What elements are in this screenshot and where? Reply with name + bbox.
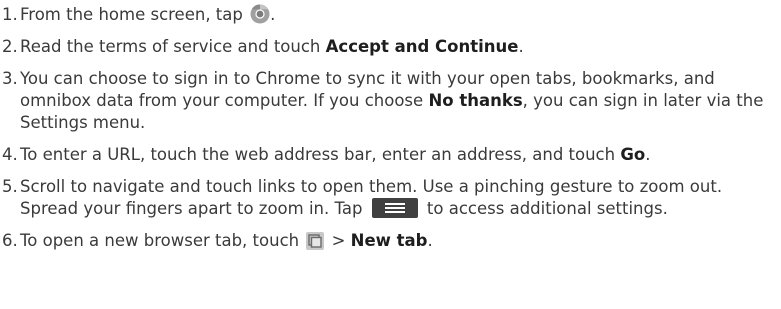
instruction-list: 1. From the home screen, tap . 2. Read t… [0, 0, 781, 252]
chrome-app-icon [250, 4, 270, 24]
step-number: 1. [2, 5, 18, 24]
step-text-separator: > [326, 231, 351, 250]
go-label: Go [620, 145, 646, 164]
step-text-end: . [270, 5, 276, 24]
menu-icon [371, 198, 418, 218]
step-4: 4. To enter a URL, touch the web address… [0, 144, 781, 166]
step-number: 4. [2, 145, 18, 164]
step-1: 1. From the home screen, tap . [0, 4, 781, 26]
new-tab-label: New tab [350, 231, 428, 250]
step-number: 6. [2, 231, 18, 250]
step-3: 3. You can choose to sign in to Chrome t… [0, 68, 781, 134]
step-text-end: . [427, 231, 433, 250]
step-number: 5. [2, 177, 18, 196]
accept-continue-label: Accept and Continue [325, 37, 519, 56]
step-text-end: . [518, 37, 524, 56]
step-text: To enter a URL, touch the web address ba… [20, 145, 621, 164]
no-thanks-label: No thanks [428, 91, 523, 110]
tabs-icon [306, 232, 325, 250]
step-text: To open a new browser tab, touch [20, 231, 305, 250]
step-6: 6. To open a new browser tab, touch > Ne… [0, 230, 781, 252]
step-text-end: to access additional settings. [421, 199, 668, 218]
step-number: 3. [2, 69, 18, 88]
step-text-end: . [645, 145, 651, 164]
step-text: From the home screen, tap [20, 5, 249, 24]
step-5: 5. Scroll to navigate and touch links to… [0, 176, 781, 220]
step-number: 2. [2, 37, 18, 56]
step-text: Read the terms of service and touch [20, 37, 326, 56]
step-2: 2. Read the terms of service and touch A… [0, 36, 781, 58]
